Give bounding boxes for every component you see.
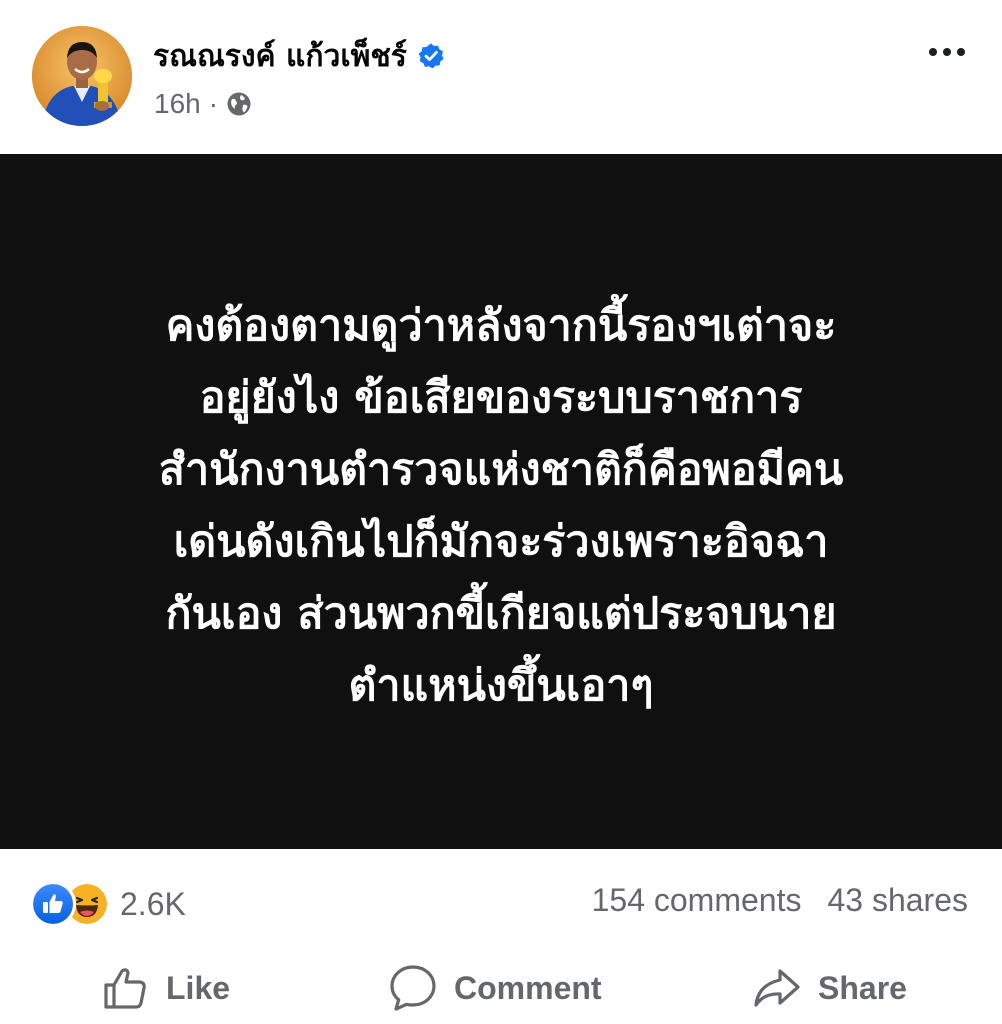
comments-count[interactable]: 154 comments xyxy=(592,882,802,919)
reaction-count: 2.6K xyxy=(120,885,186,922)
meta-separator: · xyxy=(208,88,219,119)
like-reaction-icon xyxy=(30,881,76,927)
reactions-summary[interactable]: 2.6K xyxy=(30,881,186,927)
author-row: รณณรงค์ แก้วเพ็ชร์ xyxy=(153,32,445,80)
author-name[interactable]: รณณรงค์ แก้วเพ็ชร์ xyxy=(153,33,407,80)
share-label: Share xyxy=(818,969,907,1006)
engagement-counts: 154 comments 43 shares xyxy=(592,882,968,919)
post-timestamp[interactable]: 16h xyxy=(154,88,201,120)
reactions-summary-bar: 2.6K 154 comments 43 shares xyxy=(0,849,1002,949)
globe-icon xyxy=(227,92,251,116)
more-options-button[interactable] xyxy=(922,32,972,72)
more-horizontal-icon-dot xyxy=(957,48,965,56)
comment-button[interactable]: Comment xyxy=(388,963,602,1013)
share-arrow-icon xyxy=(754,969,800,1007)
author-avatar[interactable] xyxy=(32,26,132,126)
like-label: Like xyxy=(166,969,231,1006)
more-horizontal-icon-dot xyxy=(943,48,951,56)
share-button[interactable]: Share xyxy=(752,963,907,1013)
verified-badge-icon xyxy=(418,43,444,69)
comment-label: Comment xyxy=(454,969,602,1006)
more-horizontal-icon xyxy=(929,48,937,56)
post-text-panel[interactable]: คงต้องตามดูว่าหลังจากนี้รองฯเต่าจะ อยู่ย… xyxy=(0,154,1002,849)
post-body-text: คงต้องตามดูว่าหลังจากนี้รองฯเต่าจะ อยู่ย… xyxy=(158,300,844,711)
avatar-image xyxy=(32,26,132,126)
shares-count[interactable]: 43 shares xyxy=(827,882,968,919)
post-action-bar: Like Comment Share xyxy=(0,949,1002,1024)
comment-bubble-icon xyxy=(390,965,436,1011)
thumbs-up-icon xyxy=(104,968,146,1009)
post-header: รณณรงค์ แก้วเพ็ชร์ 16h · xyxy=(0,0,1002,154)
like-button[interactable]: Like xyxy=(100,963,230,1013)
post-meta: 16h · xyxy=(154,86,252,122)
